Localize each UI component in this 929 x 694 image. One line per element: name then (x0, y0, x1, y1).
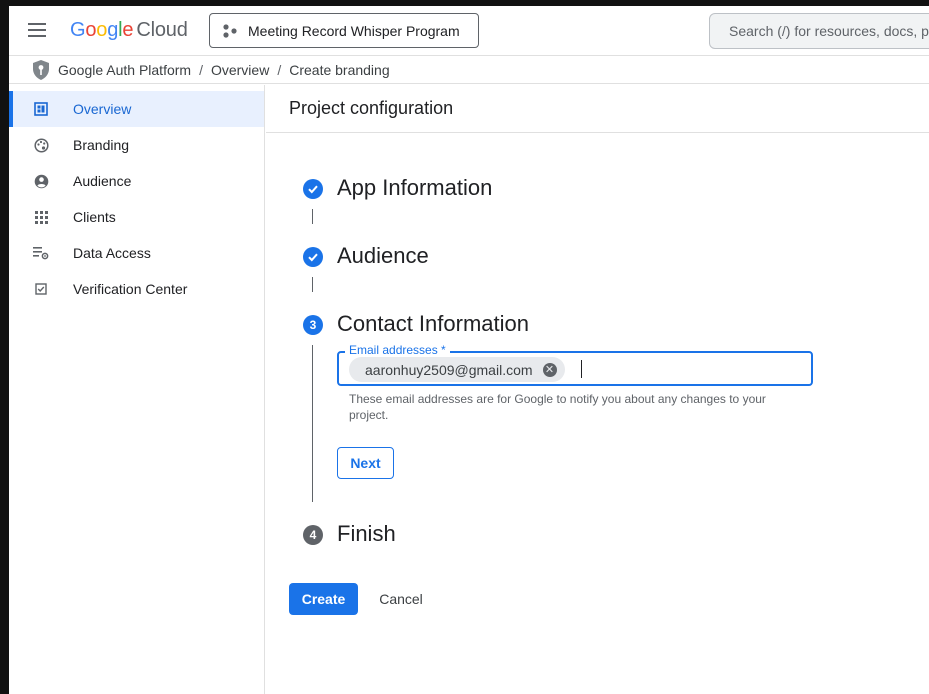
sidebar-item-label: Clients (73, 209, 116, 225)
sidebar-item-label: Overview (73, 101, 132, 117)
step-title-finish: Finish (337, 521, 396, 546)
step-check-icon (303, 179, 323, 199)
project-name: Meeting Record Whisper Program (248, 22, 460, 39)
email-addresses-label: Email addresses * (345, 343, 450, 357)
sidebar: Overview Branding Audience Clients Data … (9, 85, 265, 694)
logo-letter: o (85, 19, 97, 41)
apps-grid-icon (33, 209, 49, 225)
step-number-badge: 4 (303, 525, 323, 545)
dashboard-icon (33, 101, 49, 117)
step-connector (312, 277, 313, 292)
step-title-audience[interactable]: Audience (337, 243, 429, 269)
page-title: Project configuration (266, 85, 929, 133)
text-caret (581, 360, 582, 378)
email-chip: aaronhuy2509@gmail.com ✕ (349, 357, 565, 382)
sidebar-item-branding[interactable]: Branding (9, 127, 264, 163)
step-title-app-information[interactable]: App Information (337, 175, 492, 201)
account-circle-icon (33, 173, 49, 189)
create-button[interactable]: Create (289, 583, 358, 615)
sidebar-item-label: Verification Center (73, 281, 188, 297)
breadcrumb-auth-platform[interactable]: Google Auth Platform (58, 62, 191, 78)
step-title-contact-information: Contact Information (337, 311, 529, 336)
project-picker-button[interactable]: Meeting Record Whisper Program (209, 13, 479, 48)
top-bar: Google Cloud Meeting Record Whisper Progr… (9, 6, 929, 56)
google-cloud-logo[interactable]: Google Cloud (70, 19, 188, 42)
checkbox-icon (33, 281, 49, 297)
sidebar-item-label: Audience (73, 173, 132, 189)
sidebar-item-clients[interactable]: Clients (9, 199, 264, 235)
sidebar-item-verification-center[interactable]: Verification Center (9, 271, 264, 307)
search-input[interactable]: Search (/) for resources, docs, products (709, 13, 929, 49)
logo-letter: g (107, 19, 119, 41)
palette-icon (33, 137, 49, 153)
project-hub-icon (223, 23, 237, 38)
logo-letter: o (96, 19, 108, 41)
step-connector (312, 345, 313, 502)
step-check-icon (303, 247, 323, 267)
breadcrumb-separator: / (199, 61, 203, 78)
shield-key-icon (33, 59, 49, 80)
next-button[interactable]: Next (337, 447, 394, 479)
cancel-button[interactable]: Cancel (369, 583, 433, 615)
sidebar-item-label: Data Access (73, 245, 151, 261)
email-chip-value: aaronhuy2509@gmail.com (365, 361, 533, 378)
sidebar-item-overview[interactable]: Overview (9, 91, 264, 127)
sidebar-item-data-access[interactable]: Data Access (9, 235, 264, 271)
breadcrumb-separator: / (277, 61, 282, 78)
breadcrumb: Google Auth Platform / Overview / Create… (9, 56, 929, 84)
menu-icon[interactable] (25, 19, 49, 43)
sidebar-item-audience[interactable]: Audience (9, 163, 264, 199)
list-settings-icon (33, 245, 49, 261)
breadcrumb-overview[interactable]: Overview (211, 62, 269, 78)
breadcrumb-create-branding: Create branding (289, 61, 390, 78)
logo-letter: e (122, 19, 134, 41)
remove-chip-icon[interactable]: ✕ (542, 362, 557, 377)
step-connector (312, 209, 313, 224)
email-hint-text: These email addresses are for Google to … (349, 392, 766, 422)
sidebar-item-label: Branding (73, 137, 130, 153)
app-frame: Google Cloud Meeting Record Whisper Progr… (9, 6, 929, 694)
step-number-badge: 3 (303, 315, 323, 335)
logo-letter: G (70, 19, 86, 41)
logo-suffix: Cloud (136, 19, 188, 41)
